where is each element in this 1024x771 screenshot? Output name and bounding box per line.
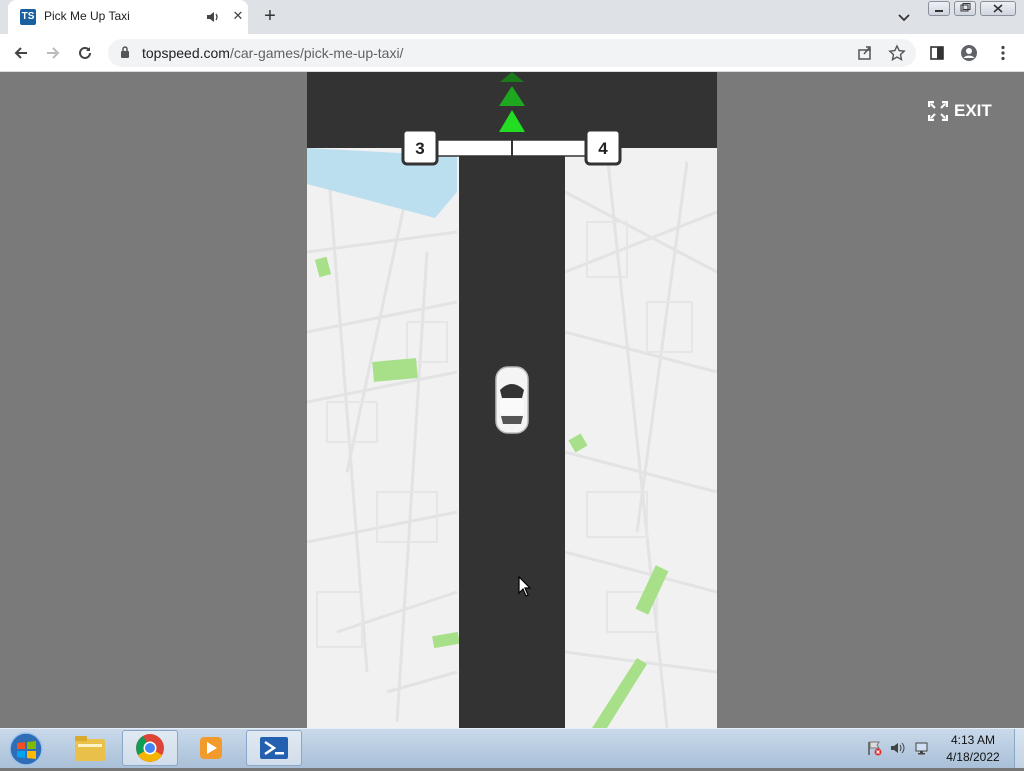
close-tab-icon[interactable]: ✕ — [230, 8, 246, 24]
media-player-icon — [200, 737, 222, 759]
network-icon[interactable] — [914, 740, 932, 756]
chevron-down-icon[interactable] — [896, 9, 912, 25]
exit-label: EXIT — [954, 101, 992, 120]
side-panel-icon[interactable] — [928, 44, 946, 62]
park-area — [314, 256, 332, 278]
mouse-cursor-icon — [518, 576, 532, 597]
close-window-button[interactable] — [980, 1, 1016, 16]
tab-title: Pick Me Up Taxi — [44, 9, 130, 23]
game-canvas[interactable]: 3 4 — [307, 72, 717, 728]
taskbar-media-player[interactable] — [184, 730, 240, 766]
taskbar-powershell[interactable] — [246, 730, 302, 766]
reload-icon[interactable] — [76, 44, 94, 62]
clock-date[interactable]: 4/18/2022 — [940, 750, 1006, 764]
topspeed-favicon-icon: TS — [20, 9, 36, 25]
lane-right-number: 4 — [598, 139, 608, 158]
forward-arrow-icon[interactable] — [44, 44, 62, 62]
more-menu-icon[interactable] — [994, 44, 1012, 62]
browser-tab[interactable]: TS Pick Me Up Taxi ✕ — [8, 0, 248, 34]
park-area — [372, 358, 418, 382]
park-area — [568, 433, 588, 453]
park-area — [592, 658, 647, 728]
park-area — [432, 631, 460, 649]
page-content: 3 4 — [0, 72, 1024, 728]
new-tab-button[interactable]: + — [260, 6, 280, 26]
lock-icon[interactable] — [120, 45, 130, 59]
lane-left-number: 3 — [415, 139, 424, 158]
clock-time[interactable]: 4:13 AM — [940, 733, 1006, 747]
speaker-icon[interactable] — [206, 10, 220, 24]
action-center-flag-icon[interactable] — [866, 740, 882, 756]
chrome-icon — [136, 734, 164, 762]
powershell-icon — [260, 737, 288, 759]
minimize-button[interactable] — [928, 1, 950, 16]
taxi-car[interactable] — [495, 366, 529, 434]
volume-icon[interactable] — [890, 740, 906, 756]
windows-start-icon[interactable] — [6, 730, 46, 768]
back-arrow-icon[interactable] — [12, 44, 30, 62]
fullscreen-exit-icon — [928, 101, 948, 121]
folder-icon — [75, 736, 105, 761]
show-desktop-button[interactable] — [1014, 729, 1024, 768]
restore-button[interactable] — [954, 1, 976, 16]
url-domain: topspeed.com — [142, 45, 230, 61]
game-map: 3 4 — [307, 72, 717, 728]
bookmark-star-icon[interactable] — [888, 44, 906, 62]
taskbar-chrome[interactable] — [122, 730, 178, 766]
taskbar-explorer[interactable] — [62, 730, 118, 766]
url-text[interactable]: topspeed.com/car-games/pick-me-up-taxi/ — [142, 45, 403, 61]
share-icon[interactable] — [856, 44, 874, 62]
url-path: /car-games/pick-me-up-taxi/ — [229, 45, 404, 61]
vertical-road — [459, 148, 565, 728]
profile-avatar-icon[interactable] — [960, 44, 978, 62]
